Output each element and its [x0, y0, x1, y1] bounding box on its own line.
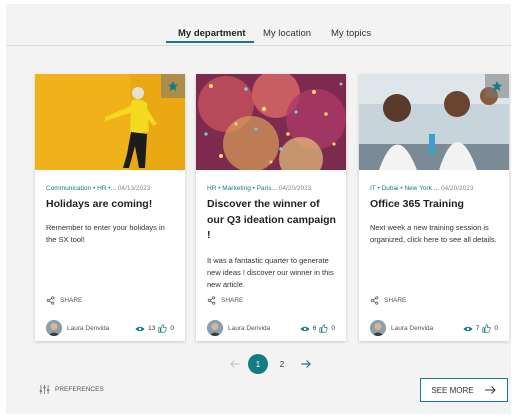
card-date: 04/20/2023	[440, 185, 474, 192]
author-name: Laura Denvida	[228, 324, 271, 332]
pagination: 1 2	[228, 354, 328, 374]
share-button[interactable]: SHARE	[46, 296, 82, 305]
view-count: 7	[475, 325, 480, 332]
like-count: 0	[331, 325, 335, 332]
news-card[interactable]: IT • Dubai • New York ... 04/20/2023 Off…	[359, 74, 509, 341]
sliders-icon	[39, 385, 50, 394]
card-image-party	[196, 74, 346, 170]
tab-my-department[interactable]: My department	[166, 28, 254, 43]
card-date: 04/20/2023	[278, 185, 312, 192]
card-image-dancer	[35, 74, 185, 170]
author-name: Laura Denvida	[391, 324, 434, 332]
card-title[interactable]: Holidays are coming!	[46, 197, 175, 213]
share-label: SHARE	[384, 297, 407, 304]
favorite-star-button[interactable]	[485, 74, 509, 98]
tab-my-topics[interactable]: My topics	[331, 28, 371, 39]
card-title[interactable]: Discover the winner of our Q3 ideation c…	[207, 197, 336, 244]
share-icon	[207, 296, 216, 305]
view-count: 13	[148, 325, 156, 332]
card-image-classroom	[359, 74, 509, 170]
share-icon	[46, 296, 55, 305]
favorite-star-button[interactable]	[161, 74, 185, 98]
page-2-button[interactable]: 2	[272, 354, 292, 374]
preferences-button[interactable]: PREFERENCES	[39, 385, 104, 394]
like-count: 0	[494, 325, 498, 332]
share-button[interactable]: SHARE	[207, 296, 243, 305]
like-icon[interactable]	[482, 324, 492, 333]
card-stats: 13 0	[135, 324, 174, 333]
avatar	[207, 320, 223, 336]
card-meta: IT • Dubai • New York ... 04/20/2023	[370, 185, 474, 192]
prev-arrow-icon[interactable]	[228, 357, 242, 371]
share-button[interactable]: SHARE	[370, 296, 406, 305]
next-arrow-icon[interactable]	[299, 357, 313, 371]
eye-icon	[300, 326, 310, 331]
card-author[interactable]: Laura Denvida	[207, 320, 270, 336]
share-label: SHARE	[221, 297, 244, 304]
tab-my-location[interactable]: My location	[263, 28, 311, 39]
card-description: It was a fantastic quarter to generate n…	[207, 256, 334, 289]
avatar	[370, 320, 386, 336]
avatar	[46, 320, 62, 336]
page-1-button[interactable]: 1	[248, 354, 268, 374]
card-date: 04/13/2023	[117, 185, 151, 192]
card-author[interactable]: Laura Denvida	[370, 320, 433, 336]
like-count: 0	[170, 325, 174, 332]
card-meta: Communication • HR •... 04/13/2023	[46, 185, 151, 192]
preferences-label: PREFERENCES	[55, 386, 104, 393]
see-more-label: SEE MORE	[431, 385, 474, 395]
news-card[interactable]: HR • Marketing • Paris... 04/20/2023 Dis…	[196, 74, 346, 341]
star-icon	[168, 81, 178, 91]
share-label: SHARE	[60, 297, 83, 304]
share-icon	[370, 296, 379, 305]
star-icon	[492, 81, 502, 91]
like-icon[interactable]	[158, 324, 168, 333]
tab-bar: My department My location My topics	[6, 26, 511, 46]
news-card[interactable]: Communication • HR •... 04/13/2023 Holid…	[35, 74, 185, 341]
eye-icon	[463, 326, 473, 331]
like-icon[interactable]	[319, 324, 329, 333]
eye-icon	[135, 326, 145, 331]
author-name: Laura Denvida	[67, 324, 110, 332]
card-author[interactable]: Laura Denvida	[46, 320, 109, 336]
card-stats: 6 0	[300, 324, 335, 333]
card-meta: HR • Marketing • Paris... 04/20/2023	[207, 185, 312, 192]
news-panel: My department My location My topics Comm…	[6, 4, 511, 414]
card-description: Remember to enter your holidays in the S…	[46, 223, 165, 244]
arrow-right-icon	[484, 386, 496, 394]
card-stats: 7 0	[463, 324, 498, 333]
see-more-button[interactable]: SEE MORE	[420, 378, 508, 402]
card-description: Next week a new training session is orga…	[370, 223, 497, 244]
card-title[interactable]: Office 365 Training	[370, 197, 499, 213]
view-count: 6	[312, 325, 317, 332]
